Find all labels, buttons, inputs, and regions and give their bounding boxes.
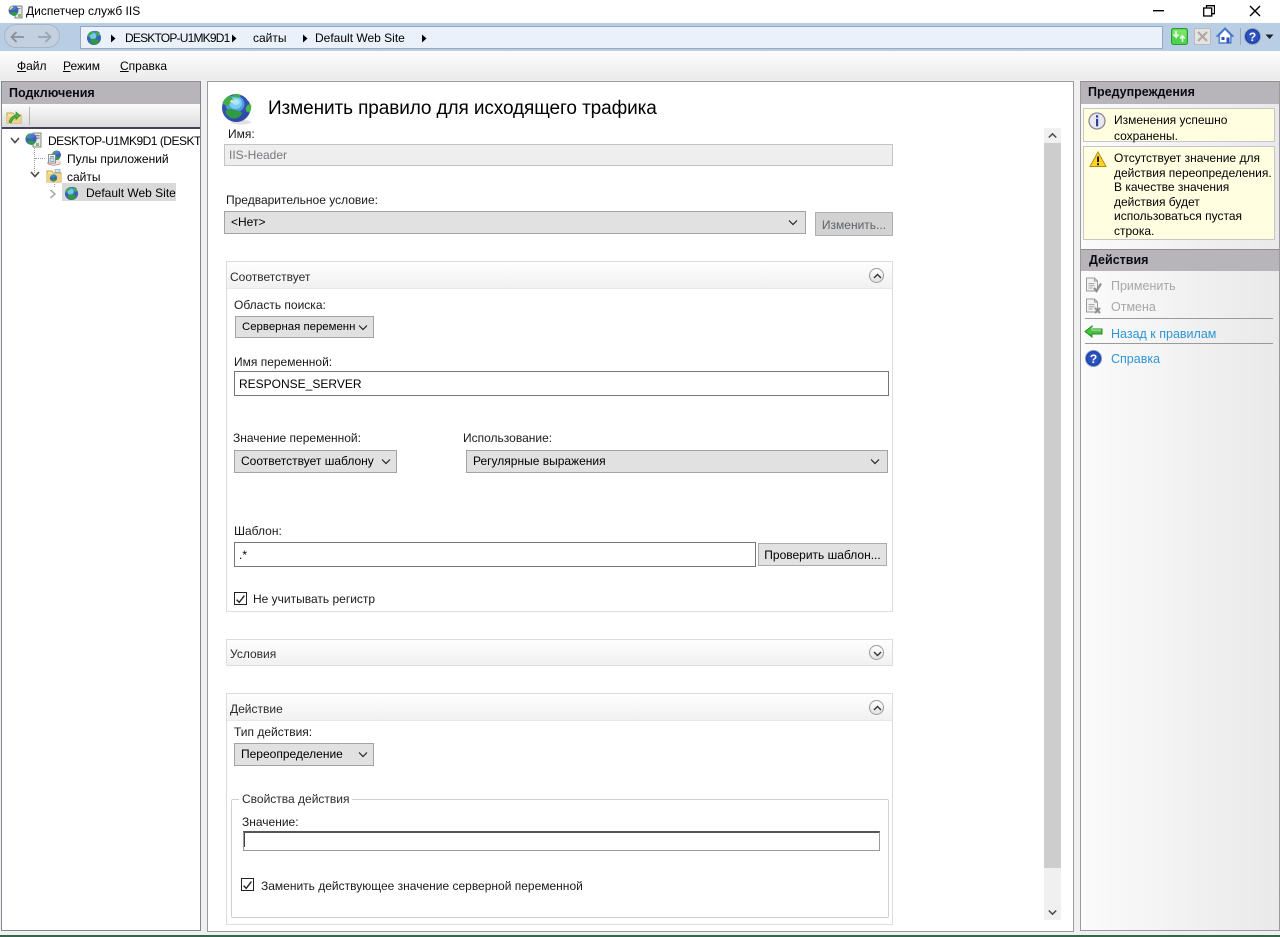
svg-text:?: ?	[1249, 30, 1256, 44]
svg-text:?: ?	[1090, 352, 1097, 366]
